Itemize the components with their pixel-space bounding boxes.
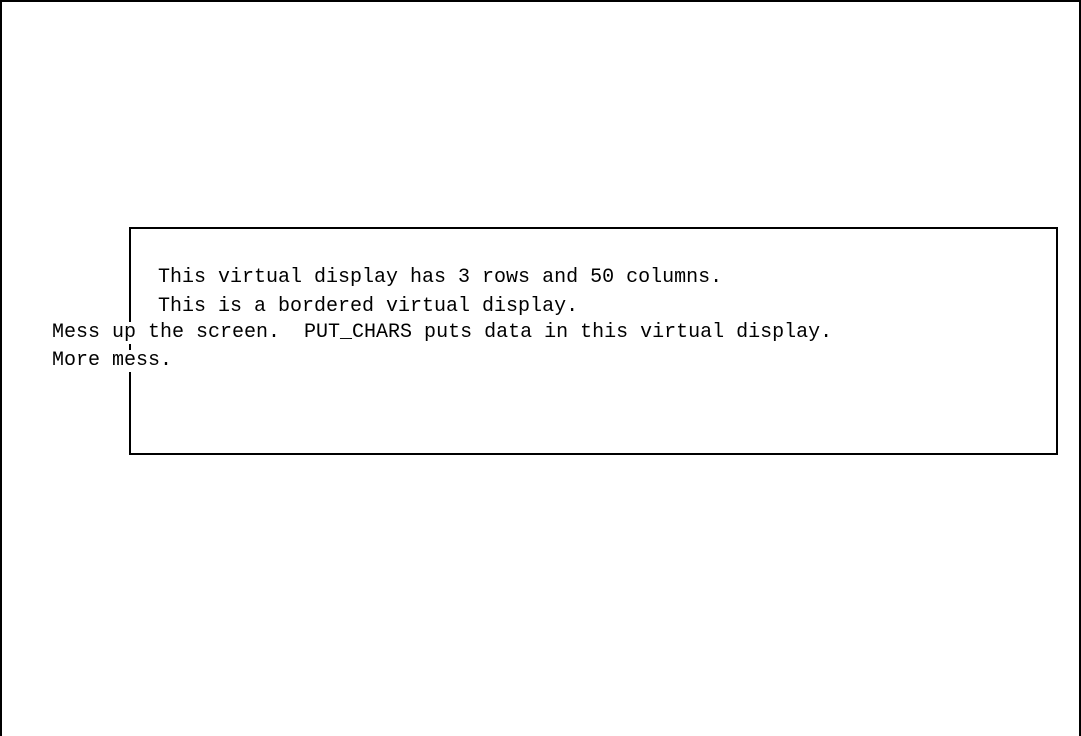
mess-line-1: Mess up the screen. PUT_CHARS puts data … — [52, 321, 833, 344]
virtual-display-line-2: This is a bordered virtual display. — [158, 295, 579, 318]
virtual-display-line-1: This virtual display has 3 rows and 50 c… — [158, 266, 723, 289]
mess-line-2: More mess. — [52, 349, 173, 372]
terminal-screen: This virtual display has 3 rows and 50 c… — [0, 0, 1081, 736]
